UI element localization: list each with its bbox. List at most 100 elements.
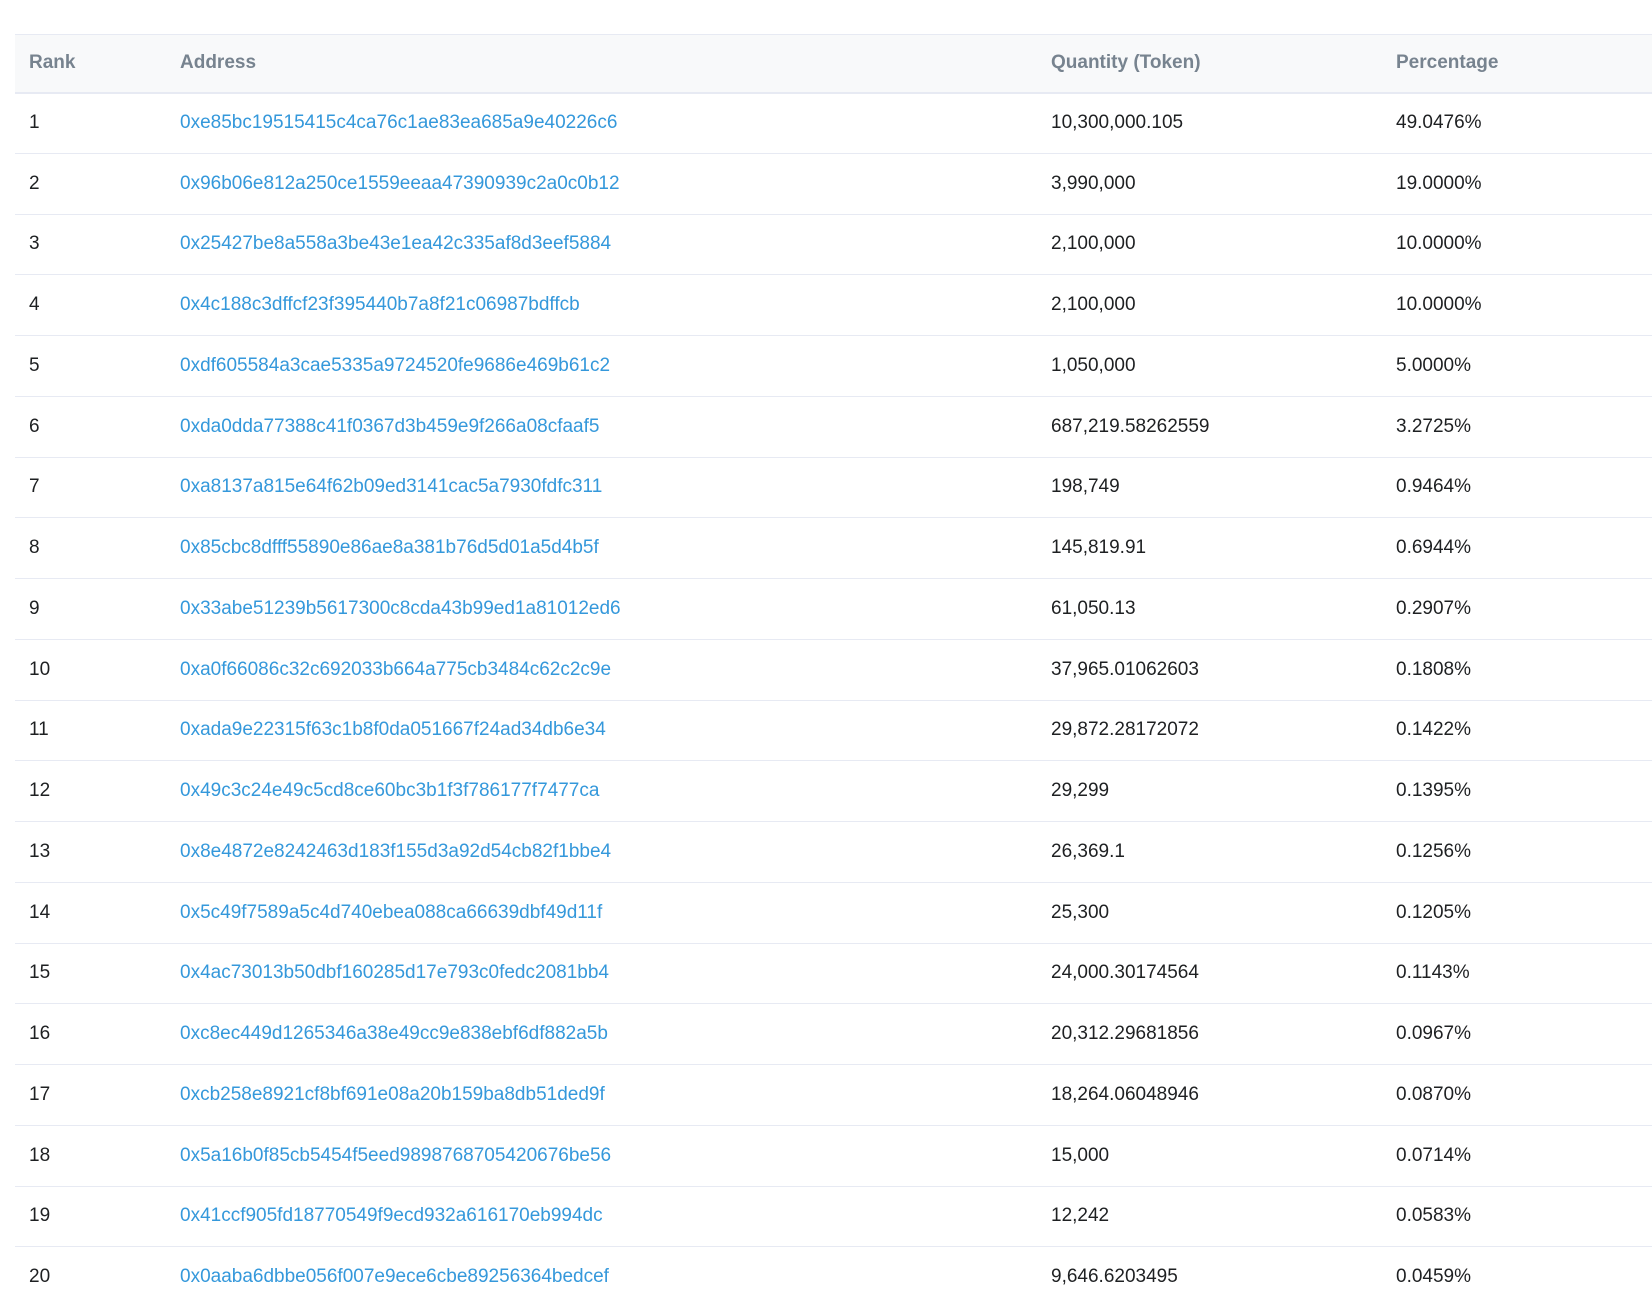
address-link[interactable]: 0x85cbc8dfff55890e86ae8a381b76d5d01a5d4b… [180, 537, 599, 558]
table-row: 11 0xada9e22315f63c1b8f0da051667f24ad34db… [15, 700, 1652, 762]
quantity-cell: 24,000.30174564 [1037, 943, 1382, 1005]
table-header: Rank Address Quantity (Token) Percentage [15, 34, 1652, 94]
address-link[interactable]: 0x5a16b0f85cb5454f5eed9898768705420676be… [180, 1145, 611, 1166]
percentage-cell: 0.0714% [1382, 1125, 1652, 1187]
address-cell: 0x33abe51239b5617300c8cda43b99ed1a81012e… [166, 578, 1037, 640]
token-holders-table: Rank Address Quantity (Token) Percentage… [15, 34, 1652, 1308]
percentage-cell: 0.1808% [1382, 639, 1652, 701]
address-cell: 0x5c49f7589a5c4d740ebea088ca66639dbf49d1… [166, 882, 1037, 944]
token-holders-table-container: Rank Address Quantity (Token) Percentage… [15, 34, 1652, 1308]
percentage-cell: 0.2907% [1382, 578, 1652, 640]
address-link[interactable]: 0x41ccf905fd18770549f9ecd932a616170eb994… [180, 1205, 603, 1226]
percentage-cell: 10.0000% [1382, 274, 1652, 336]
quantity-cell: 3,990,000 [1037, 153, 1382, 215]
rank-cell: 8 [15, 517, 166, 579]
rank-cell: 2 [15, 153, 166, 215]
address-cell: 0x85cbc8dfff55890e86ae8a381b76d5d01a5d4b… [166, 517, 1037, 579]
table-row: 14 0x5c49f7589a5c4d740ebea088ca66639dbf49… [15, 882, 1652, 944]
percentage-cell: 0.1256% [1382, 821, 1652, 883]
address-cell: 0x49c3c24e49c5cd8ce60bc3b1f3f786177f7477… [166, 760, 1037, 822]
address-cell: 0xa0f66086c32c692033b664a775cb3484c62c2c… [166, 639, 1037, 701]
address-link[interactable]: 0x5c49f7589a5c4d740ebea088ca66639dbf49d1… [180, 902, 602, 923]
percentage-cell: 49.0476% [1382, 92, 1652, 154]
rank-cell: 16 [15, 1003, 166, 1065]
table-row: 9 0x33abe51239b5617300c8cda43b99ed1a81012… [15, 578, 1652, 640]
rank-cell: 13 [15, 821, 166, 883]
table-row: 3 0x25427be8a558a3be43e1ea42c335af8d3eef5… [15, 214, 1652, 276]
address-link[interactable]: 0x8e4872e8242463d183f155d3a92d54cb82f1bb… [180, 841, 611, 862]
rank-cell: 14 [15, 882, 166, 944]
quantity-cell: 25,300 [1037, 882, 1382, 944]
address-link[interactable]: 0x33abe51239b5617300c8cda43b99ed1a81012e… [180, 598, 621, 619]
quantity-cell: 12,242 [1037, 1186, 1382, 1248]
table-row: 7 0xa8137a815e64f62b09ed3141cac5a7930fdfc… [15, 457, 1652, 519]
quantity-cell: 20,312.29681856 [1037, 1003, 1382, 1065]
rank-cell: 11 [15, 700, 166, 762]
rank-cell: 5 [15, 335, 166, 397]
quantity-cell: 9,646.6203495 [1051, 1266, 1178, 1288]
address-cell: 0xe85bc19515415c4ca76c1ae83ea685a9e40226… [166, 92, 1037, 154]
address-cell: 0xcb258e8921cf8bf691e08a20b159ba8db51ded… [166, 1064, 1037, 1126]
rank-cell: 15 [15, 943, 166, 1005]
percentage-cell: 3.2725% [1382, 396, 1652, 458]
table-row: 18 0x5a16b0f85cb5454f5eed9898768705420676… [15, 1125, 1652, 1187]
table-row: 10 0xa0f66086c32c692033b664a775cb3484c62c… [15, 639, 1652, 701]
address-link[interactable]: 0xe85bc19515415c4ca76c1ae83ea685a9e40226… [180, 112, 617, 133]
rank-cell: 20 [29, 1266, 51, 1288]
percentage-cell: 0.1143% [1382, 943, 1652, 1005]
address-cell: 0x8e4872e8242463d183f155d3a92d54cb82f1bb… [166, 821, 1037, 883]
table-row: 15 0x4ac73013b50dbf160285d17e793c0fedc208… [15, 943, 1652, 1005]
table-row: 6 0xda0dda77388c41f0367d3b459e9f266a08cfa… [15, 396, 1652, 458]
address-link[interactable]: 0xc8ec449d1265346a38e49cc9e838ebf6df882a… [180, 1023, 608, 1044]
rank-cell: 7 [15, 457, 166, 519]
address-link[interactable]: 0x25427be8a558a3be43e1ea42c335af8d3eef58… [180, 233, 611, 254]
rank-cell: 17 [15, 1064, 166, 1126]
address-cell: 0x5a16b0f85cb5454f5eed9898768705420676be… [166, 1125, 1037, 1187]
rank-cell: 18 [15, 1125, 166, 1187]
address-cell: 0x0aaba6dbbe056f007e9ece6cbe89256364bedc… [166, 1247, 1037, 1308]
rank-cell: 4 [15, 274, 166, 336]
percentage-cell: 0.9464% [1382, 457, 1652, 519]
address-link[interactable]: 0x0aaba6dbbe056f007e9ece6cbe89256364bedc… [180, 1266, 609, 1287]
percentage-cell: 0.1205% [1382, 882, 1652, 944]
column-header-percentage: Percentage [1382, 34, 1652, 94]
percentage-cell: 0.0870% [1382, 1064, 1652, 1126]
address-link[interactable]: 0xada9e22315f63c1b8f0da051667f24ad34db6e… [180, 719, 606, 740]
rank-cell: 12 [15, 760, 166, 822]
address-link[interactable]: 0x4ac73013b50dbf160285d17e793c0fedc2081b… [180, 962, 609, 983]
quantity-cell: 145,819.91 [1037, 517, 1382, 579]
address-cell: 0xa8137a815e64f62b09ed3141cac5a7930fdfc3… [166, 457, 1037, 519]
address-link[interactable]: 0x96b06e812a250ce1559eeaa47390939c2a0c0b… [180, 173, 620, 194]
table-body: 1 0xe85bc19515415c4ca76c1ae83ea685a9e4022… [15, 92, 1652, 1308]
percentage-cell: 0.0583% [1382, 1186, 1652, 1248]
column-header-rank: Rank [15, 34, 166, 94]
address-link[interactable]: 0x4c188c3dffcf23f395440b7a8f21c06987bdff… [180, 294, 580, 315]
address-cell: 0x4ac73013b50dbf160285d17e793c0fedc2081b… [166, 943, 1037, 1005]
quantity-cell: 29,299 [1037, 760, 1382, 822]
table-row: 8 0x85cbc8dfff55890e86ae8a381b76d5d01a5d4… [15, 517, 1652, 579]
address-link[interactable]: 0xa8137a815e64f62b09ed3141cac5a7930fdfc3… [180, 476, 602, 497]
percentage-cell: 0.1422% [1382, 700, 1652, 762]
address-link[interactable]: 0x49c3c24e49c5cd8ce60bc3b1f3f786177f7477… [180, 780, 599, 801]
address-link[interactable]: 0xdf605584a3cae5335a9724520fe9686e469b61… [180, 355, 610, 376]
address-link[interactable]: 0xa0f66086c32c692033b664a775cb3484c62c2c… [180, 659, 611, 680]
table-row: 12 0x49c3c24e49c5cd8ce60bc3b1f3f786177f74… [15, 760, 1652, 822]
quantity-cell: 61,050.13 [1037, 578, 1382, 640]
table-row: 5 0xdf605584a3cae5335a9724520fe9686e469b6… [15, 335, 1652, 397]
percentage-cell: 0.6944% [1382, 517, 1652, 579]
rank-cell: 1 [15, 92, 166, 154]
quantity-cell: 15,000 [1037, 1125, 1382, 1187]
table-row: 16 0xc8ec449d1265346a38e49cc9e838ebf6df88… [15, 1003, 1652, 1065]
rank-cell: 9 [15, 578, 166, 640]
table-row: 17 0xcb258e8921cf8bf691e08a20b159ba8db51d… [15, 1064, 1652, 1126]
quantity-cell: 37,965.01062603 [1037, 639, 1382, 701]
percentage-cell: 10.0000% [1382, 214, 1652, 276]
address-link[interactable]: 0xda0dda77388c41f0367d3b459e9f266a08cfaa… [180, 416, 599, 437]
quantity-cell: 687,219.58262559 [1037, 396, 1382, 458]
address-cell: 0x4c188c3dffcf23f395440b7a8f21c06987bdff… [166, 274, 1037, 336]
address-link[interactable]: 0xcb258e8921cf8bf691e08a20b159ba8db51ded… [180, 1084, 605, 1105]
quantity-cell: 2,100,000 [1037, 274, 1382, 336]
percentage-cell: 5.0000% [1382, 335, 1652, 397]
rank-cell: 3 [15, 214, 166, 276]
quantity-cell: 1,050,000 [1037, 335, 1382, 397]
